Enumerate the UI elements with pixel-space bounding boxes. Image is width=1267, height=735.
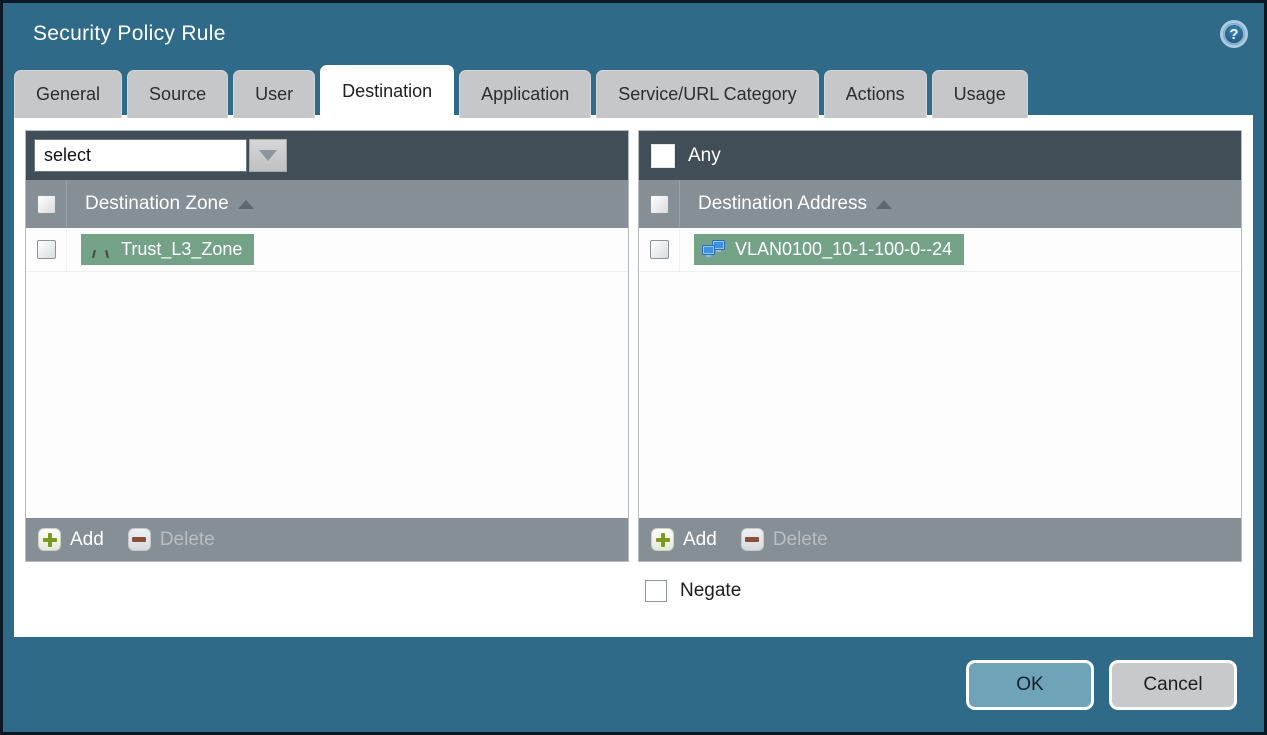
zone-column-label: Destination Zone [85, 193, 229, 214]
zone-chip[interactable]: Trust_L3_Zone [81, 234, 255, 265]
sort-ascending-icon[interactable] [237, 199, 254, 209]
zone-select-all-cell [26, 180, 67, 228]
zone-select-dropdown-button[interactable] [249, 139, 287, 172]
tab-actions[interactable]: Actions [823, 70, 927, 118]
delete-minus-icon [127, 528, 151, 551]
zone-select-input[interactable]: select [34, 139, 247, 172]
tab-destination[interactable]: Destination [320, 65, 455, 118]
destination-tab-content: select Destination Zone Trust_L3_Zone Ad… [14, 115, 1253, 637]
negate-row: Negate [645, 580, 1242, 602]
ok-button[interactable]: OK [966, 659, 1094, 710]
zone-add-button[interactable]: Add [38, 528, 104, 551]
negate-label: Negate [680, 580, 742, 601]
zone-column-header: Destination Zone [26, 180, 628, 228]
tab-usage[interactable]: Usage [931, 70, 1028, 118]
any-checkbox[interactable] [651, 143, 675, 168]
table-row[interactable]: VLAN0100_10-1-100-0--24 [639, 228, 1241, 272]
destination-zone-panel: select Destination Zone Trust_L3_Zone Ad… [25, 130, 629, 562]
address-delete-button[interactable]: Delete [740, 528, 828, 551]
tab-strip: General Source User Destination Applicat… [3, 65, 1264, 118]
address-add-label: Add [683, 528, 717, 550]
panels-container: select Destination Zone Trust_L3_Zone Ad… [25, 130, 1242, 562]
address-column-header: Destination Address [639, 180, 1241, 228]
tab-application[interactable]: Application [459, 70, 592, 118]
address-chip[interactable]: VLAN0100_10-1-100-0--24 [694, 234, 965, 265]
help-glyph: ? [1229, 25, 1239, 43]
security-policy-rule-dialog: Security Policy Rule ? General Source Us… [0, 0, 1267, 735]
any-label: Any [688, 144, 721, 166]
tab-source[interactable]: Source [127, 70, 229, 118]
dialog-titlebar: Security Policy Rule ? [3, 3, 1264, 65]
address-select-all-cell [639, 180, 680, 228]
address-panel-footer: Add Delete [639, 518, 1241, 561]
address-panel-toolbar: Any [639, 131, 1241, 180]
negate-checkbox[interactable] [645, 580, 667, 602]
cancel-button[interactable]: Cancel [1109, 659, 1237, 710]
zone-row-checkbox[interactable] [36, 240, 56, 259]
dialog-title: Security Policy Rule [33, 22, 226, 45]
tab-general[interactable]: General [14, 70, 123, 118]
add-plus-icon [38, 528, 61, 551]
table-row[interactable]: Trust_L3_Zone [26, 228, 628, 272]
zone-icon [89, 242, 112, 258]
address-column-label: Destination Address [698, 193, 867, 214]
zone-panel-toolbar: select [26, 131, 628, 180]
address-row-checkbox-cell [639, 228, 680, 271]
tab-service-url-category[interactable]: Service/URL Category [596, 70, 819, 118]
network-icon [702, 240, 726, 259]
tab-user[interactable]: User [233, 70, 316, 118]
zone-panel-footer: Add Delete [26, 518, 628, 561]
zone-delete-label: Delete [159, 528, 215, 550]
address-add-button[interactable]: Add [651, 528, 717, 551]
zone-delete-button[interactable]: Delete [127, 528, 215, 551]
address-delete-label: Delete [772, 528, 828, 550]
dialog-footer: OK Cancel [3, 637, 1264, 732]
address-column-label-wrap: Destination Address [698, 193, 892, 215]
chevron-down-icon [259, 150, 277, 161]
add-plus-icon [651, 528, 674, 551]
help-icon[interactable]: ? [1220, 20, 1248, 48]
zone-row-checkbox-cell [26, 228, 67, 271]
delete-minus-icon [740, 528, 764, 551]
address-rows: VLAN0100_10-1-100-0--24 [639, 228, 1241, 518]
zone-add-label: Add [70, 528, 104, 550]
address-select-all-checkbox[interactable] [649, 194, 669, 214]
zone-rows: Trust_L3_Zone [26, 228, 628, 518]
zone-select-all-checkbox[interactable] [36, 194, 56, 214]
any-row: Any [647, 143, 721, 168]
zone-column-label-wrap: Destination Zone [85, 193, 254, 215]
zone-chip-label: Trust_L3_Zone [121, 239, 243, 259]
destination-address-panel: Any Destination Address VLAN0100_10-1-10… [638, 130, 1242, 562]
address-row-checkbox[interactable] [649, 240, 669, 259]
sort-ascending-icon[interactable] [876, 199, 892, 209]
zone-select-combo: select [34, 139, 287, 172]
address-chip-label: VLAN0100_10-1-100-0--24 [735, 239, 953, 259]
